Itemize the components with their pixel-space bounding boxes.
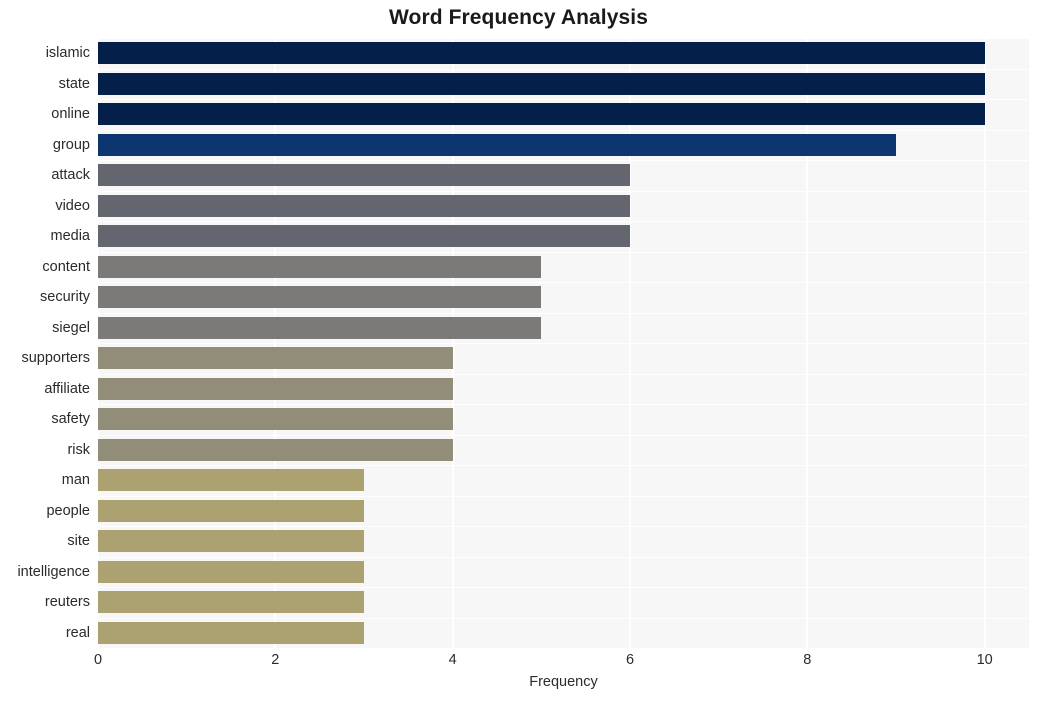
- y-tick-label-siegel: siegel: [52, 319, 90, 336]
- y-tick-label-real: real: [65, 624, 90, 641]
- x-tick-label-2: 2: [271, 652, 280, 668]
- gridline-horizontal: [98, 496, 1029, 497]
- y-tick-label-affiliate: affiliate: [44, 380, 90, 397]
- bar-group[interactable]: [98, 133, 896, 156]
- bar-risk[interactable]: [98, 438, 453, 461]
- bar-attack[interactable]: [98, 164, 630, 187]
- gridline-horizontal: [98, 313, 1029, 314]
- x-tick-label-4: 4: [448, 652, 457, 668]
- y-tick-label-man: man: [61, 472, 90, 489]
- x-tick-label-8: 8: [803, 652, 812, 668]
- bar-real[interactable]: [98, 621, 364, 644]
- gridline-horizontal: [98, 618, 1029, 619]
- y-tick-label-state: state: [58, 75, 90, 92]
- bar-people[interactable]: [98, 499, 364, 522]
- x-tick-label-6: 6: [625, 652, 635, 668]
- gridline-horizontal: [98, 374, 1029, 375]
- gridline-horizontal: [98, 648, 1029, 649]
- gridline-horizontal: [98, 282, 1029, 283]
- gridline-horizontal: [98, 587, 1029, 588]
- y-tick-label-intelligence: intelligence: [17, 563, 90, 580]
- y-axis-labels: islamic state online group attack video media c…: [0, 38, 98, 648]
- bar-media[interactable]: [98, 225, 630, 248]
- gridline-horizontal: [98, 526, 1029, 527]
- bar-state[interactable]: [98, 72, 985, 95]
- gridline-horizontal: [98, 160, 1029, 161]
- chart-title: Word Frequency Analysis: [388, 6, 649, 29]
- y-tick-label-attack: attack: [51, 167, 90, 184]
- bar-man[interactable]: [98, 469, 364, 492]
- word-frequency-chart: Word Frequency Analysis islamic state onli…: [0, 0, 1037, 701]
- x-tick-label-0: 0: [93, 652, 103, 668]
- bar-islamic[interactable]: [98, 42, 985, 65]
- gridline-horizontal: [98, 221, 1029, 222]
- y-tick-label-risk: risk: [67, 441, 90, 458]
- gridline-horizontal: [98, 38, 1029, 39]
- y-tick-label-security: security: [40, 289, 90, 306]
- y-tick-label-reuters: reuters: [44, 594, 90, 611]
- gridline-horizontal: [98, 99, 1029, 100]
- gridline-horizontal: [98, 69, 1029, 70]
- y-tick-label-online: online: [51, 106, 90, 123]
- bar-intelligence[interactable]: [98, 560, 364, 583]
- gridline-horizontal: [98, 343, 1029, 344]
- bar-supporters[interactable]: [98, 347, 453, 370]
- bar-safety[interactable]: [98, 408, 453, 431]
- bar-online[interactable]: [98, 103, 985, 126]
- y-tick-label-site: site: [67, 533, 90, 550]
- x-axis-title: Frequency: [529, 674, 598, 690]
- gridline-horizontal: [98, 252, 1029, 253]
- bar-siegel[interactable]: [98, 316, 542, 339]
- y-tick-label-safety: safety: [51, 411, 90, 428]
- bar-reuters[interactable]: [98, 591, 364, 614]
- gridline-horizontal: [98, 557, 1029, 558]
- bar-content[interactable]: [98, 255, 542, 278]
- bar-security[interactable]: [98, 286, 542, 309]
- y-tick-label-media: media: [50, 228, 91, 245]
- y-tick-label-islamic: islamic: [45, 45, 90, 62]
- y-tick-label-video: video: [55, 197, 90, 214]
- gridline-horizontal: [98, 465, 1029, 466]
- gridline-horizontal: [98, 404, 1029, 405]
- gridline-horizontal: [98, 191, 1029, 192]
- bar-affiliate[interactable]: [98, 377, 453, 400]
- y-tick-label-people: people: [46, 502, 90, 519]
- x-tick-label-10: 10: [976, 652, 993, 668]
- bar-video[interactable]: [98, 194, 630, 217]
- plot-area: [97, 38, 1029, 649]
- y-tick-label-group: group: [52, 136, 90, 153]
- gridline-horizontal: [98, 435, 1029, 436]
- y-tick-label-content: content: [42, 258, 90, 275]
- gridline-horizontal: [98, 130, 1029, 131]
- y-tick-label-supporters: supporters: [21, 350, 90, 367]
- bar-site[interactable]: [98, 530, 364, 553]
